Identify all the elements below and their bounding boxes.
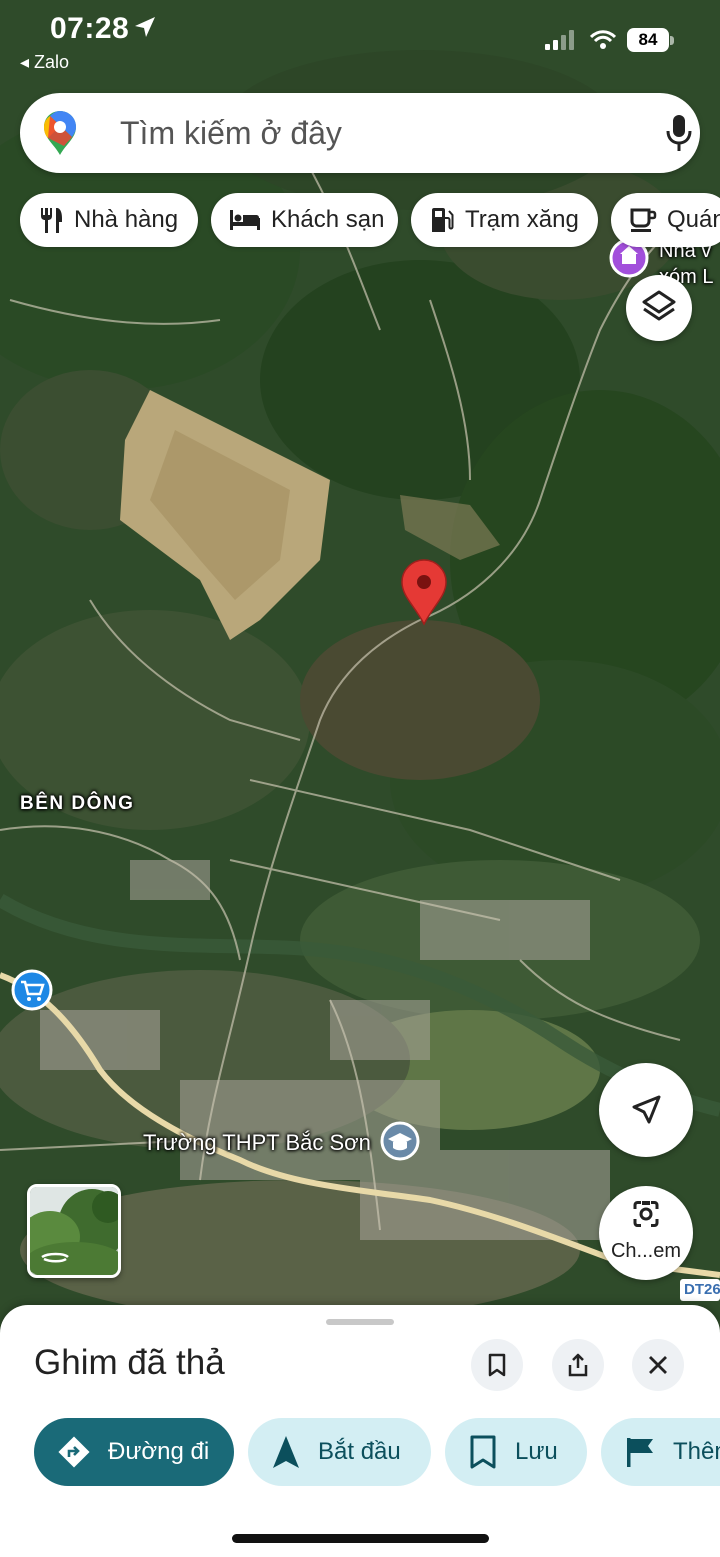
street-view-thumbnail[interactable] <box>27 1184 121 1278</box>
shopping-marker-icon[interactable] <box>11 969 53 1011</box>
flag-icon <box>627 1438 653 1467</box>
my-location-button[interactable] <box>599 1063 693 1157</box>
navigation-arrow-icon <box>632 1095 661 1124</box>
cellular-signal-icon <box>545 30 574 50</box>
lens-search-label: Ch...em <box>610 1240 682 1262</box>
road-shield: DT26 <box>680 1279 720 1301</box>
battery-level: 84 <box>627 28 669 52</box>
directions-label: Đường đi <box>108 1438 210 1465</box>
share-icon <box>568 1353 588 1377</box>
category-chip-label: Khách sạn <box>271 206 385 233</box>
street-view-photo <box>30 1187 118 1275</box>
category-chip-label: Quán <box>667 206 720 233</box>
save-action-button[interactable]: Lưu <box>445 1418 587 1486</box>
battery-indicator: 84 <box>627 28 675 52</box>
sheet-drag-handle[interactable] <box>326 1319 394 1325</box>
add-label-button[interactable]: Thêm <box>601 1418 720 1486</box>
restaurant-icon <box>41 208 62 233</box>
category-chip-label: Nhà hàng <box>74 206 179 233</box>
bookmark-icon <box>488 1353 506 1377</box>
start-label: Bắt đầu <box>318 1438 401 1465</box>
mic-icon[interactable] <box>664 113 694 153</box>
map-label-school[interactable]: Trường THPT Bắc Sơn <box>143 1130 371 1156</box>
category-chip-gas-stations[interactable]: Trạm xăng <box>411 193 598 247</box>
coffee-icon <box>630 208 657 232</box>
layers-button[interactable] <box>626 275 692 341</box>
wifi-icon <box>590 30 616 49</box>
search-bar[interactable]: Tìm kiếm ở đây <box>20 93 700 173</box>
hotel-icon <box>230 210 260 230</box>
share-button[interactable] <box>552 1339 604 1391</box>
battery-tip <box>670 36 674 45</box>
bookmark-icon <box>470 1435 496 1469</box>
directions-icon <box>58 1436 90 1468</box>
gas-station-icon <box>432 208 454 232</box>
save-button[interactable] <box>471 1339 523 1391</box>
directions-button[interactable]: Đường đi <box>34 1418 234 1486</box>
sheet-title: Ghim đã thả <box>34 1343 225 1382</box>
search-placeholder[interactable]: Tìm kiếm ở đây <box>120 115 342 152</box>
google-maps-pin-icon <box>44 111 76 155</box>
add-label-label: Thêm <box>673 1438 720 1465</box>
layers-icon <box>642 290 676 321</box>
status-time: 07:28 <box>50 12 130 45</box>
close-icon <box>649 1356 667 1374</box>
lens-search-button[interactable]: Ch...em <box>599 1186 693 1280</box>
category-chip-restaurants[interactable]: Nhà hàng <box>20 193 198 247</box>
map-label-area[interactable]: BÊN DÔNG <box>20 793 134 815</box>
category-chip-label: Trạm xăng <box>465 206 579 233</box>
navigation-start-icon <box>273 1436 299 1468</box>
place-bottom-sheet[interactable]: Ghim đã thả Đường đi Bắt đầu Lưu Thê <box>0 1305 720 1557</box>
save-action-label: Lưu <box>515 1438 558 1465</box>
back-to-app-link[interactable]: ◂ Zalo <box>20 52 69 73</box>
category-chip-cafes[interactable]: Quán <box>611 193 720 247</box>
home-indicator[interactable] <box>232 1534 489 1543</box>
location-arrow-icon <box>135 17 155 37</box>
start-button[interactable]: Bắt đầu <box>248 1418 431 1486</box>
close-button[interactable] <box>632 1339 684 1391</box>
category-chip-hotels[interactable]: Khách sạn <box>211 193 398 247</box>
camera-search-icon <box>633 1201 659 1227</box>
school-marker-icon[interactable] <box>380 1121 420 1161</box>
